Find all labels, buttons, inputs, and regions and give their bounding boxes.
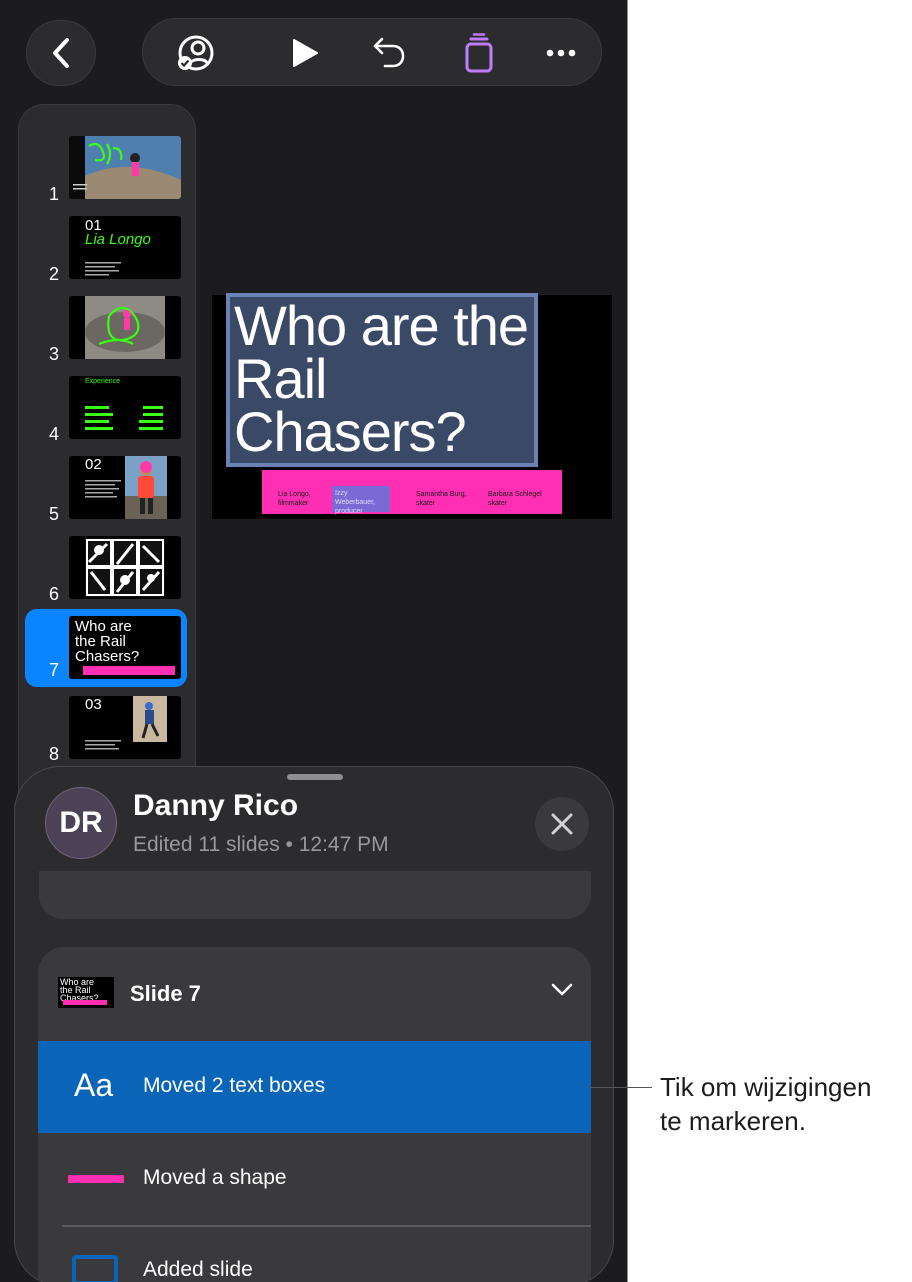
slide-5-preview: 02 xyxy=(69,456,181,519)
slide-number: 5 xyxy=(49,504,60,524)
slide-number: 2 xyxy=(49,264,60,284)
credits-shape[interactable]: Lia Longo, filmmaker Izzy Weberbauer, pr… xyxy=(262,470,562,515)
slide-navigator: 1 01 Lia Longo 2 3 Experience 4 02 5 6 W… xyxy=(18,104,196,824)
play-icon[interactable] xyxy=(285,33,325,73)
slide-8-preview: 03 xyxy=(69,696,181,759)
slide-2-preview: 01 Lia Longo xyxy=(69,216,181,279)
slide-thumbnail-6[interactable]: 6 xyxy=(25,533,187,607)
user-edit-summary: Edited 11 slides • 12:47 PM xyxy=(133,833,389,856)
chevron-down-icon[interactable] xyxy=(551,983,573,997)
change-row-added-slide[interactable]: Added slide xyxy=(38,1225,591,1282)
change-label: Moved a shape xyxy=(143,1166,287,1189)
slide-4-preview: Experience xyxy=(69,376,181,439)
slide-7-preview: Who are the Rail Chasers? xyxy=(69,616,181,679)
slide-7-changes-card: Who are the Rail Chasers? Slide 7 Aa Mov… xyxy=(38,947,591,1282)
undo-icon[interactable] xyxy=(369,33,409,73)
sheet-grabber[interactable] xyxy=(287,774,343,780)
user-name: Danny Rico xyxy=(133,789,299,822)
thumb-title: Experience xyxy=(85,378,121,385)
slide-3-preview xyxy=(69,296,181,359)
change-label: Added slide xyxy=(143,1258,253,1281)
thumb-title: Lia Longo xyxy=(85,231,151,248)
slide-thumbnail-4[interactable]: Experience 4 xyxy=(25,373,187,447)
slide-title: Who are the Rail Chasers? xyxy=(234,294,529,463)
close-icon xyxy=(551,813,573,835)
credit-4: Barbara Schlegel skater xyxy=(488,491,542,507)
slide-thumbnail-2[interactable]: 01 Lia Longo 2 xyxy=(25,213,187,287)
slide-number: 1 xyxy=(49,184,60,204)
slide-6-preview xyxy=(69,536,181,599)
back-button[interactable] xyxy=(26,20,96,86)
change-row-shape[interactable]: Moved a shape xyxy=(38,1133,591,1225)
shape-icon xyxy=(68,1175,124,1183)
credit-3: Samantha Burg, skater xyxy=(416,491,467,507)
app-screen: 1 01 Lia Longo 2 3 Experience 4 02 5 6 W… xyxy=(0,0,628,1282)
slide-number: 3 xyxy=(49,344,60,364)
slide-thumbnail-8[interactable]: 03 8 xyxy=(25,693,187,767)
callout-line-1: Tik om wijzigingen xyxy=(660,1072,872,1102)
callout-text: Tik om wijzigingen te markeren. xyxy=(660,1070,871,1138)
slide-thumbnail-5[interactable]: 02 5 xyxy=(25,453,187,527)
format-icon[interactable] xyxy=(459,33,499,73)
slide-number: 7 xyxy=(49,660,60,680)
slide-number: 8 xyxy=(49,744,60,764)
collaboration-icon[interactable] xyxy=(175,33,215,73)
callout-line xyxy=(590,1087,652,1088)
credit-2[interactable]: Izzy Weberbauer, producer xyxy=(332,486,390,515)
slide-thumbnail-1[interactable]: 1 xyxy=(25,133,187,207)
avatar: DR xyxy=(45,787,117,859)
card-title[interactable]: Slide 7 xyxy=(130,981,201,1007)
slide-thumbnail-7[interactable]: Who are the Rail Chasers? 7 xyxy=(25,609,187,687)
title-text-box[interactable]: Who are the Rail Chasers? xyxy=(226,293,538,467)
card-thumb-text: Who are the Rail Chasers? xyxy=(60,977,99,1003)
text-icon: Aa xyxy=(74,1067,114,1103)
credit-1: Lia Longo, filmmaker xyxy=(278,491,311,507)
slide-icon xyxy=(72,1255,118,1282)
close-button[interactable] xyxy=(535,797,589,851)
slide-canvas[interactable]: Who are the Rail Chasers? Lia Longo, fil… xyxy=(212,293,612,519)
change-row-text-boxes[interactable]: Aa Moved 2 text boxes xyxy=(38,1041,591,1133)
thumb-number: 03 xyxy=(85,696,102,713)
change-label: Moved 2 text boxes xyxy=(143,1074,326,1097)
thumb-title: Who are the Rail Chasers? xyxy=(75,618,140,665)
thumb-number: 02 xyxy=(85,456,102,473)
toolbar xyxy=(142,18,602,86)
callout-line-2: te markeren. xyxy=(660,1106,806,1136)
slide-number: 4 xyxy=(49,424,60,444)
slide-number: 6 xyxy=(49,584,60,604)
more-icon[interactable] xyxy=(541,33,581,73)
card-thumb-bar xyxy=(63,1000,107,1005)
activity-sheet: DR Danny Rico Edited 11 slides • 12:47 P… xyxy=(14,766,614,1282)
slide-thumbnail-3[interactable]: 3 xyxy=(25,293,187,367)
card-slide-thumbnail: Who are the Rail Chasers? xyxy=(58,977,114,1008)
previous-slide-card[interactable] xyxy=(39,871,591,919)
thumb-pink-bar xyxy=(83,666,175,675)
chevron-left-icon xyxy=(53,38,69,68)
slide-1-preview xyxy=(69,136,181,199)
